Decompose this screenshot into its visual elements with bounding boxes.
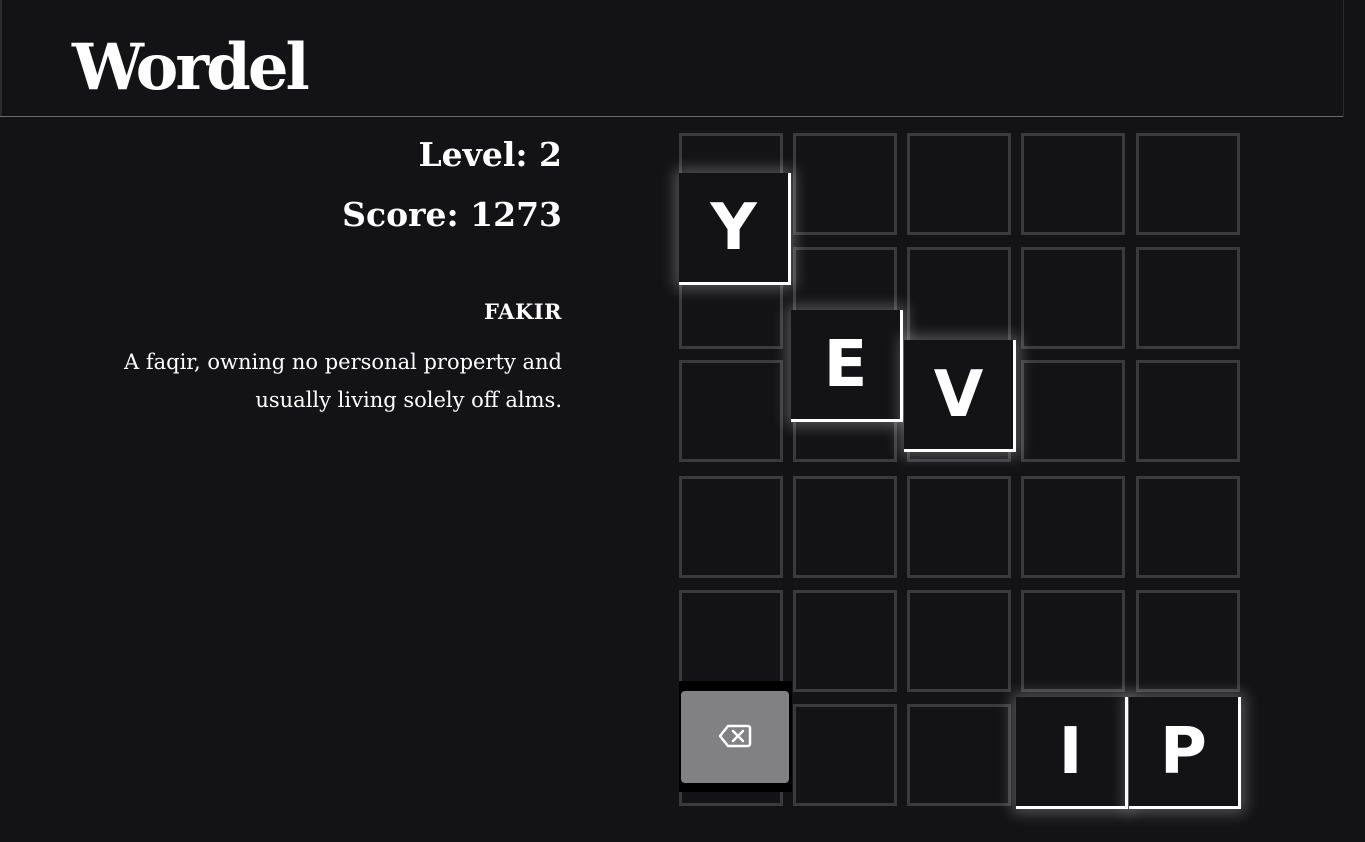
board-cell [1136, 360, 1240, 462]
board-cell [1021, 590, 1125, 692]
board-cell [679, 476, 783, 578]
board-cell [793, 133, 897, 235]
letter-tile-e[interactable]: E [791, 310, 903, 422]
board-cell [907, 476, 1011, 578]
board-cell [1136, 590, 1240, 692]
board-cell [907, 704, 1011, 806]
game-screen: Wordel Level: 2 Score: 1273 FAKIR A faqi… [0, 0, 1365, 842]
board-cell [907, 247, 1011, 349]
letter-tile-y[interactable]: Y [679, 173, 791, 285]
app-logo: Wordel [72, 30, 310, 105]
delete-button[interactable] [681, 691, 789, 783]
board-cell [1021, 247, 1125, 349]
header-divider [0, 116, 1343, 117]
board-cell [793, 476, 897, 578]
clue-definition: A faqir, owning no personal property and… [124, 350, 562, 412]
board-cell [1021, 360, 1125, 462]
backspace-icon [718, 723, 752, 752]
level-label: Level: 2 [418, 135, 562, 174]
board-cell [1136, 476, 1240, 578]
letter-tile-i[interactable]: I [1016, 697, 1128, 809]
header-left-edge [0, 0, 2, 117]
letter-tile-p[interactable]: P [1129, 697, 1241, 809]
board-cell [793, 704, 897, 806]
score-label: Score: 1273 [342, 195, 562, 234]
board-cell [1136, 247, 1240, 349]
board-cell [679, 360, 783, 462]
header-right-edge [1343, 0, 1344, 117]
clue-word: FAKIR [484, 299, 562, 324]
board-cell [907, 133, 1011, 235]
board-cell [679, 590, 783, 692]
letter-tile-v[interactable]: V [904, 340, 1016, 452]
board-cell [1021, 133, 1125, 235]
board-cell [1136, 133, 1240, 235]
board-cell [1021, 476, 1125, 578]
board-cell [907, 590, 1011, 692]
board-cell [793, 590, 897, 692]
